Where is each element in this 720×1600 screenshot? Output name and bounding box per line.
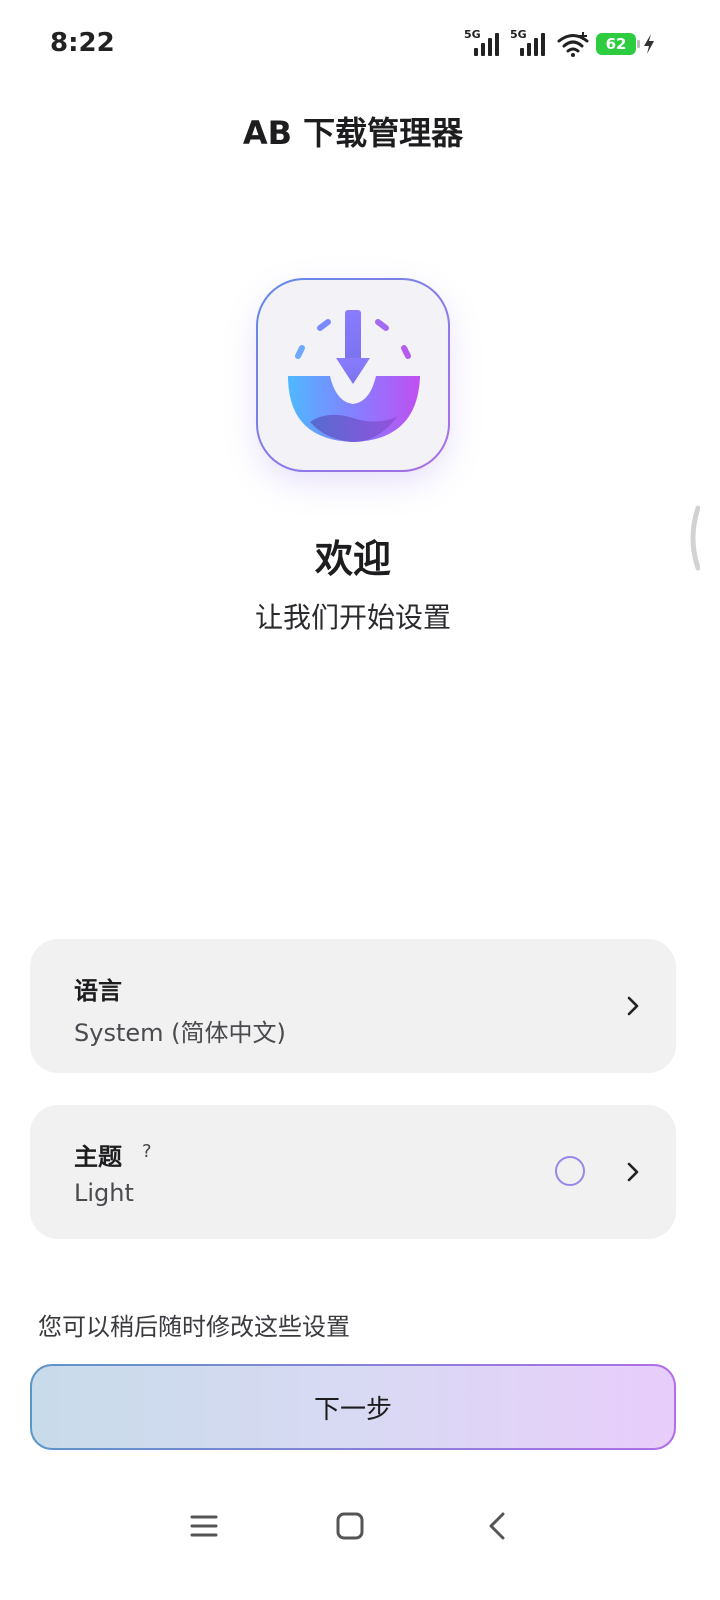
chevron-right-icon bbox=[627, 1162, 639, 1182]
next-button[interactable]: 下一步 bbox=[30, 1364, 676, 1450]
network-type-label-2: 5G bbox=[510, 28, 527, 41]
home-icon[interactable] bbox=[330, 1506, 370, 1546]
theme-color-indicator bbox=[555, 1156, 585, 1186]
theme-value: Light bbox=[74, 1179, 134, 1207]
back-icon[interactable] bbox=[478, 1506, 518, 1546]
wifi-icon bbox=[557, 32, 589, 57]
theme-label: 主题 bbox=[74, 1143, 122, 1171]
charging-icon bbox=[644, 34, 654, 54]
status-time: 8:22 bbox=[50, 28, 115, 58]
battery-indicator: 62 bbox=[596, 33, 640, 55]
language-setting-card[interactable]: 语言 System (简体中文) bbox=[30, 939, 676, 1073]
language-label: 语言 bbox=[74, 977, 122, 1005]
download-app-logo-icon bbox=[288, 310, 420, 442]
side-panel-handle[interactable] bbox=[686, 505, 700, 571]
welcome-title: 欢迎 bbox=[314, 537, 391, 581]
status-icons: 5G 5G 62 bbox=[464, 28, 656, 58]
menu-icon[interactable] bbox=[184, 1506, 224, 1546]
status-bar: 8:22 5G 5G 62 bbox=[0, 0, 720, 90]
page-title: AB 下载管理器 bbox=[242, 114, 464, 152]
theme-setting-card[interactable]: 主题 ? Light bbox=[30, 1105, 676, 1239]
help-icon[interactable]: ? bbox=[142, 1141, 152, 1162]
network-type-label: 5G bbox=[464, 28, 481, 41]
language-value: System (简体中文) bbox=[74, 1019, 286, 1047]
chevron-right-icon bbox=[627, 996, 639, 1016]
signal-icon: 5G bbox=[464, 28, 504, 58]
system-nav-bar bbox=[0, 1490, 720, 1560]
welcome-subtitle: 让我们开始设置 bbox=[254, 601, 451, 634]
signal-icon-2: 5G bbox=[510, 28, 550, 58]
settings-hint: 您可以稍后随时修改这些设置 bbox=[38, 1313, 350, 1341]
